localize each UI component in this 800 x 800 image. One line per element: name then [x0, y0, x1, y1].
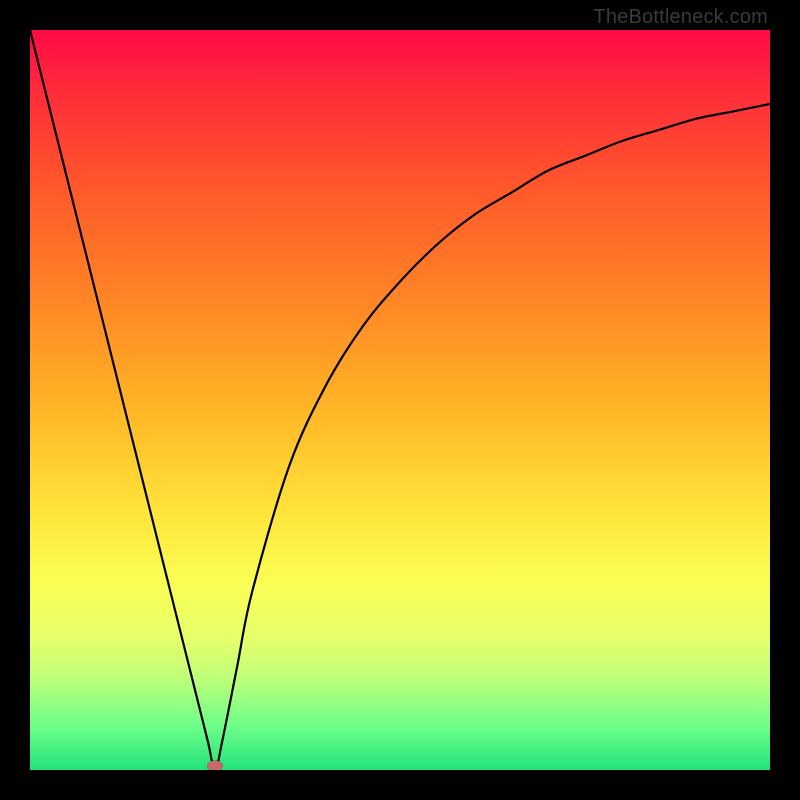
plot-area [30, 30, 770, 770]
watermark-text: TheBottleneck.com [593, 6, 768, 29]
bottleneck-curve [30, 30, 770, 770]
minimum-marker [207, 761, 223, 771]
curve-svg [30, 30, 770, 770]
chart-frame: TheBottleneck.com [0, 0, 800, 800]
